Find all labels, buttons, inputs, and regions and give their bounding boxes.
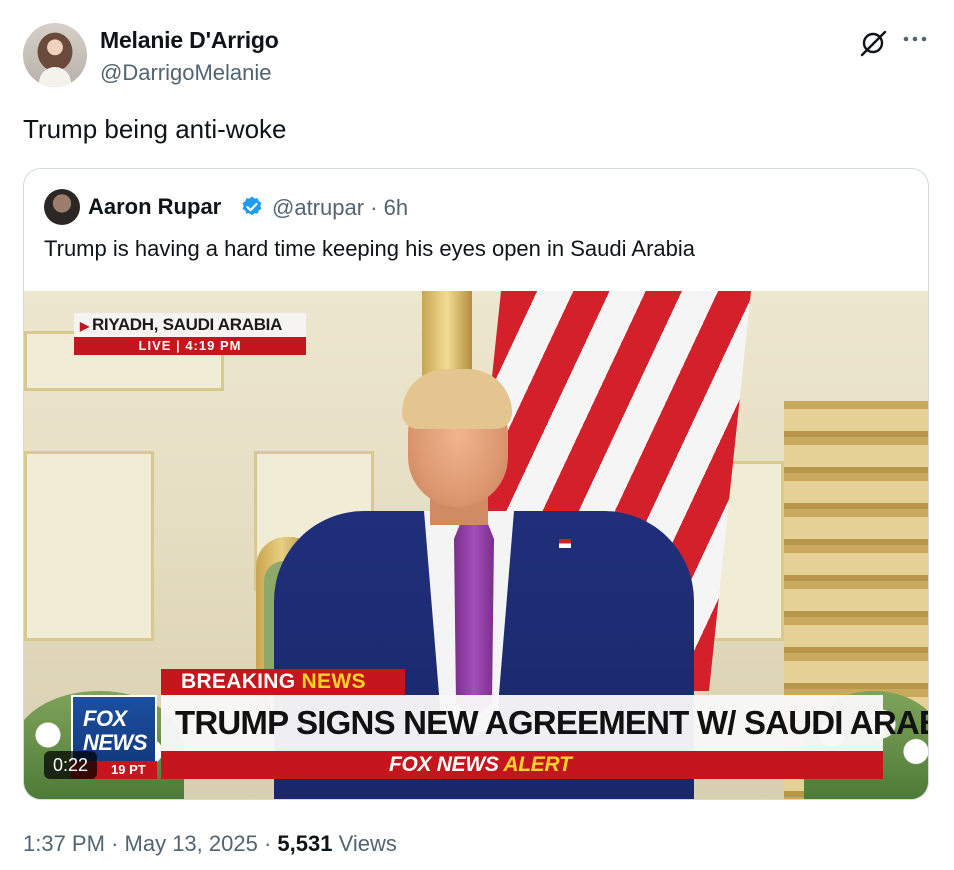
tweet-date[interactable]: May 13, 2025 bbox=[125, 831, 258, 856]
quote-author-handle[interactable]: @atrupar bbox=[272, 195, 364, 220]
breaking-news-tab: BREAKING NEWS bbox=[161, 669, 405, 695]
video-player[interactable]: ▶ RIYADH, SAUDI ARABIA LIVE | 4:19 PM BRE… bbox=[24, 291, 928, 799]
grok-icon[interactable] bbox=[858, 28, 888, 58]
tweet-footer: 1:37 PM · May 13, 2025 · 5,531 Views bbox=[23, 831, 397, 857]
live-label: LIVE bbox=[138, 338, 172, 353]
verified-badge-icon bbox=[242, 196, 262, 216]
tweet-author-handle[interactable]: @DarrigoMelanie bbox=[100, 60, 272, 86]
tweet-text: Trump being anti-woke bbox=[23, 114, 287, 144]
quote-author-avatar[interactable] bbox=[44, 189, 80, 225]
location-label: ▶ RIYADH, SAUDI ARABIA bbox=[74, 313, 306, 337]
live-indicator: LIVE | 4:19 PM bbox=[74, 337, 306, 355]
chyron-headline: TRUMP SIGNS NEW AGREEMENT W/ SAUDI ARABI… bbox=[161, 695, 928, 751]
alert-accent: ALERT bbox=[503, 753, 572, 776]
quote-author-name[interactable]: Aaron Rupar bbox=[88, 194, 221, 220]
live-time: 4:19 PM bbox=[185, 338, 242, 353]
hair bbox=[402, 369, 512, 429]
more-icon[interactable] bbox=[900, 28, 930, 50]
location-bug: ▶ RIYADH, SAUDI ARABIA LIVE | 4:19 PM bbox=[74, 313, 306, 355]
quote-tweet-card[interactable]: Aaron Rupar @atrupar · 6h Trump is havin… bbox=[23, 168, 929, 800]
meta-separator: · bbox=[370, 195, 378, 220]
video-duration: 0:22 bbox=[44, 751, 98, 779]
footer-separator: · bbox=[111, 831, 119, 856]
alert-bar: FOX NEWS ALERT bbox=[161, 751, 883, 779]
footer-separator: · bbox=[263, 831, 272, 856]
views-count: 5,531 bbox=[277, 831, 333, 856]
wall-panel bbox=[24, 451, 154, 641]
tie bbox=[454, 519, 494, 719]
alert-text: FOX NEWS ALERT bbox=[389, 751, 572, 779]
alert-brand: FOX NEWS bbox=[389, 753, 499, 776]
views-label: Views bbox=[338, 831, 397, 856]
quote-timestamp[interactable]: 6h bbox=[384, 195, 408, 220]
location-text: RIYADH, SAUDI ARABIA bbox=[91, 315, 283, 334]
breaking-accent: NEWS bbox=[301, 670, 366, 693]
logo-line-1: FOX bbox=[83, 706, 127, 731]
quote-text: Trump is having a hard time keeping his … bbox=[44, 236, 696, 261]
quote-meta: @atrupar · 6h bbox=[272, 195, 408, 221]
tweet-time[interactable]: 1:37 PM bbox=[23, 831, 105, 856]
tweet-author-avatar[interactable] bbox=[23, 23, 87, 87]
tweet-author-name[interactable]: Melanie D'Arrigo bbox=[100, 27, 279, 54]
breaking-word: BREAKING bbox=[181, 670, 296, 693]
play-arrow-icon: ▶ bbox=[80, 319, 89, 333]
lapel-flag-pin bbox=[559, 539, 571, 548]
